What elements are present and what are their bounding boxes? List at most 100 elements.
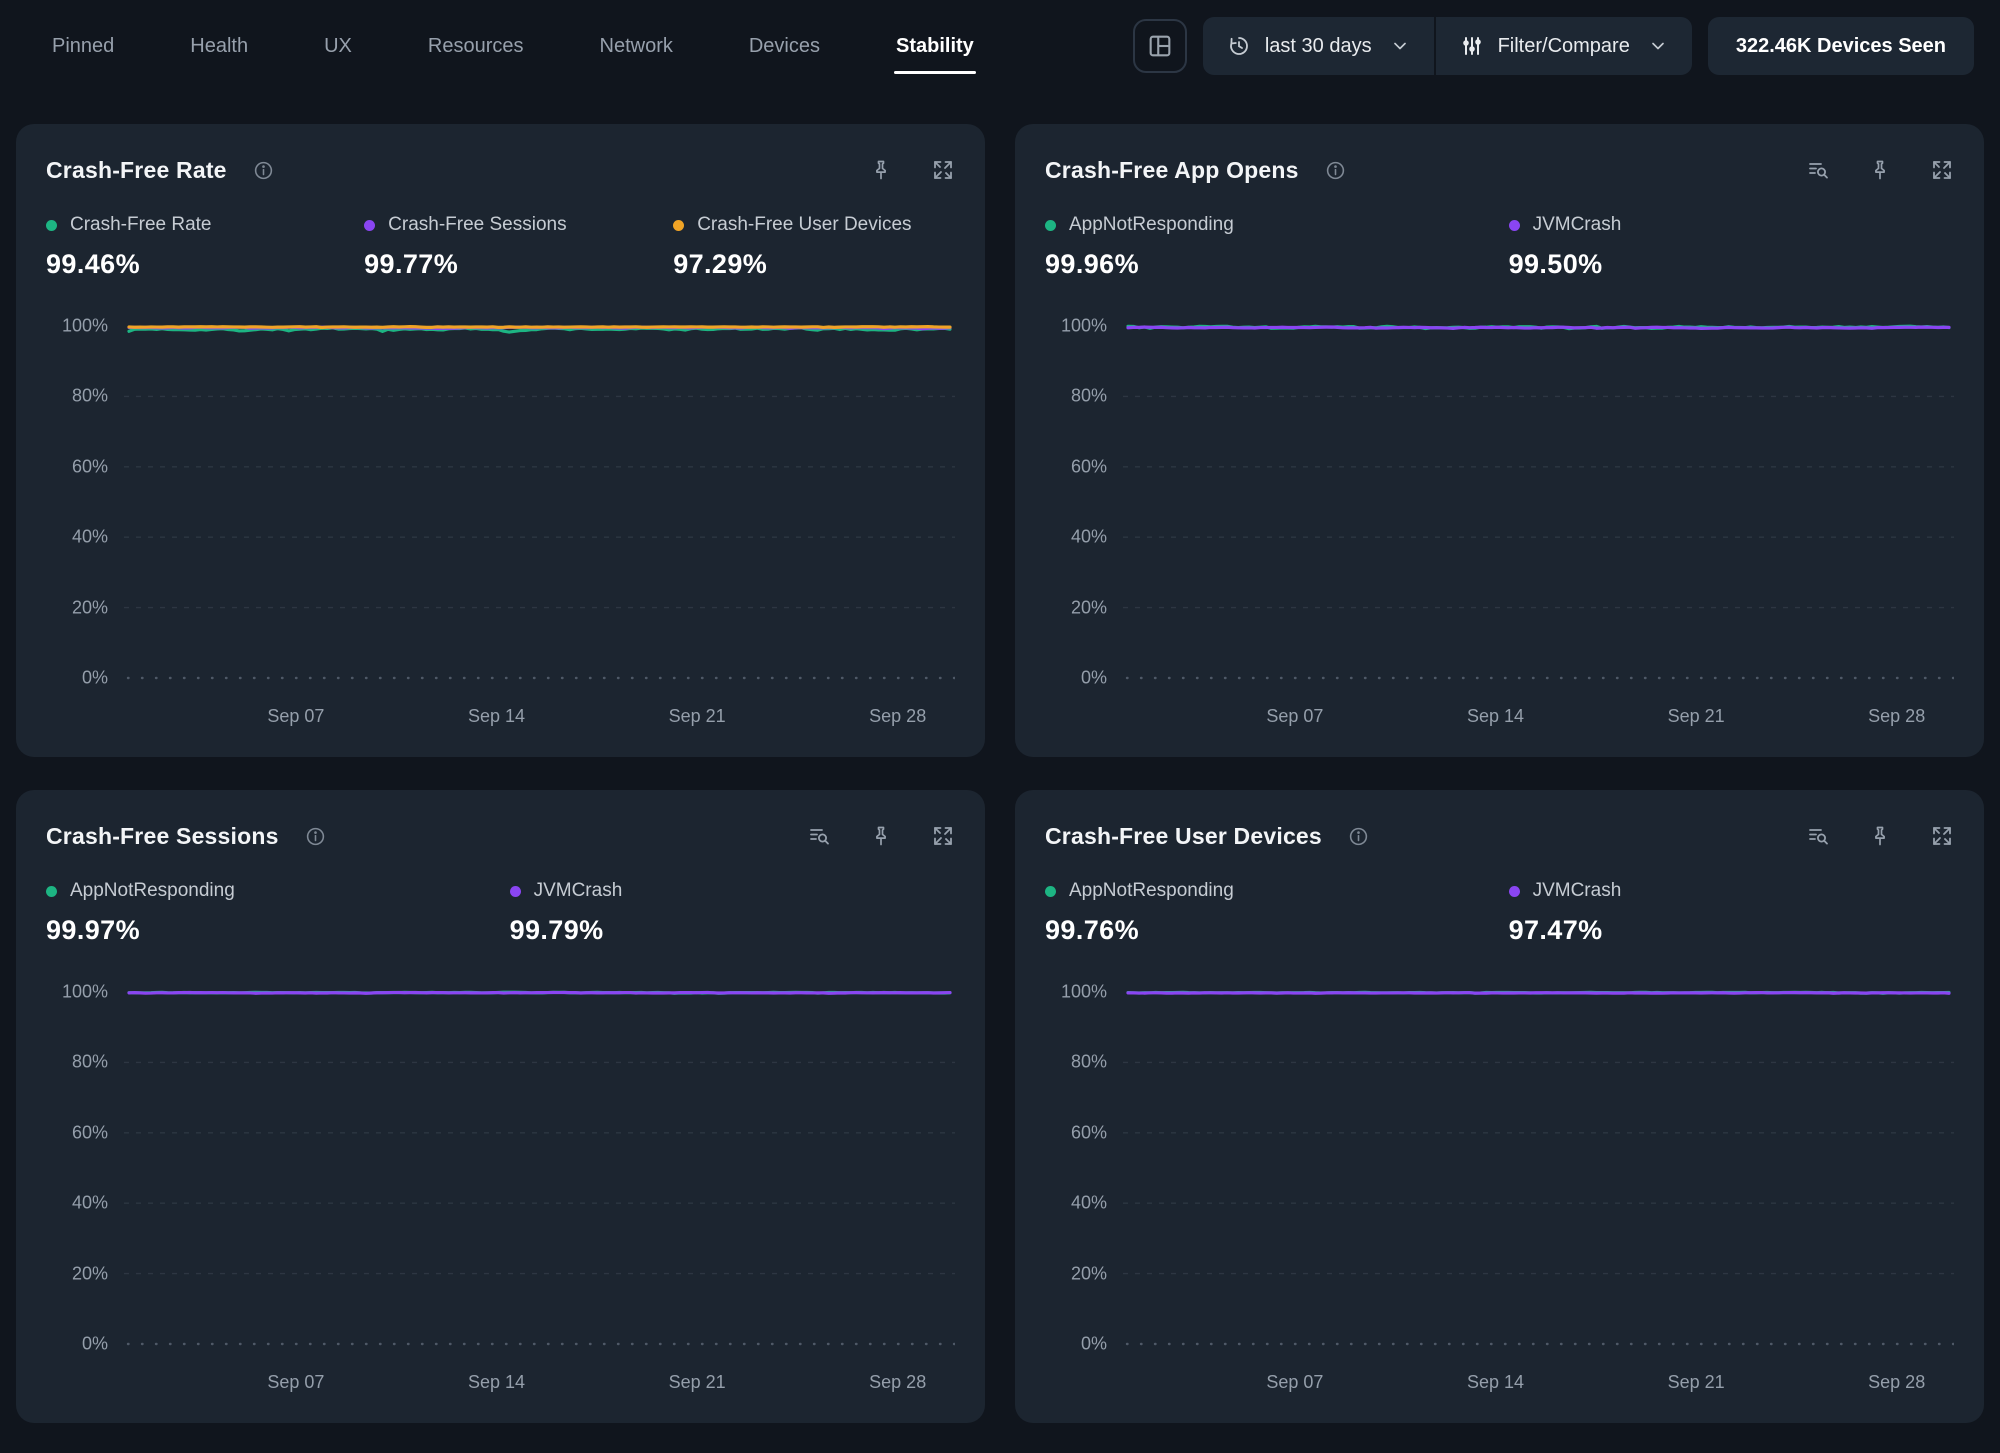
dashboard-grid: Crash-Free RateCrash-Free Rate99.46%Cras… xyxy=(0,92,2000,1453)
card-crash-free-rate: Crash-Free RateCrash-Free Rate99.46%Cras… xyxy=(16,124,985,757)
y-axis-label: 60% xyxy=(1071,456,1107,477)
legend-label: JVMCrash xyxy=(1533,880,1622,902)
line-chart-plot[interactable] xyxy=(124,318,955,690)
tab-label: Resources xyxy=(428,35,524,57)
x-axis-label: Sep 07 xyxy=(267,1372,324,1393)
card-header: Crash-Free Rate xyxy=(46,154,955,186)
legend-item-appnotresponding[interactable]: AppNotResponding99.97% xyxy=(46,880,235,946)
y-axis-label: 40% xyxy=(1071,1193,1107,1214)
y-axis-label: 40% xyxy=(72,527,108,548)
y-axis-label: 60% xyxy=(1071,1122,1107,1143)
tab-health[interactable]: Health xyxy=(190,35,248,58)
legend-value: 99.77% xyxy=(364,249,566,280)
chart-area: 100%80%60%40%20%0% xyxy=(46,318,955,690)
line-chart-plot[interactable] xyxy=(1123,318,1954,690)
y-axis-label: 80% xyxy=(1071,386,1107,407)
legend-value: 99.76% xyxy=(1045,915,1234,946)
expand-icon[interactable] xyxy=(1930,158,1954,182)
x-axis-label: Sep 07 xyxy=(1266,1372,1323,1393)
devices-seen-badge[interactable]: 322.46K Devices Seen xyxy=(1708,17,1974,75)
legend-item-jvmcrash[interactable]: JVMCrash99.50% xyxy=(1509,214,1622,280)
pin-icon[interactable] xyxy=(1868,158,1892,182)
line-chart xyxy=(1123,984,1954,1356)
legend-dot xyxy=(510,886,521,897)
series-line-jvmcrash xyxy=(129,992,950,993)
chart-legend: AppNotResponding99.97% JVMCrash99.79% xyxy=(46,880,955,964)
line-chart-plot[interactable] xyxy=(1123,984,1954,1356)
legend-dot xyxy=(1045,220,1056,231)
chart-area: 100%80%60%40%20%0% xyxy=(1045,984,1954,1356)
legend-item-appnotresponding[interactable]: AppNotResponding 99.76% xyxy=(1045,880,1234,946)
search-list-icon[interactable] xyxy=(807,824,831,848)
card-toolbar xyxy=(1806,824,1954,848)
legend-label: AppNotResponding xyxy=(1069,880,1234,902)
y-axis-label: 80% xyxy=(72,1052,108,1073)
card-title: Crash-Free User Devices xyxy=(1045,823,1322,850)
x-axis: Sep 07Sep 14Sep 21Sep 28 xyxy=(124,1356,955,1398)
legend-dot xyxy=(1509,886,1520,897)
tab-label: Pinned xyxy=(52,35,114,57)
info-icon[interactable] xyxy=(1325,160,1346,181)
active-tab-underline xyxy=(894,71,976,74)
pin-icon[interactable] xyxy=(869,824,893,848)
legend-label: Crash-Free Rate xyxy=(70,214,212,236)
y-axis: 100%80%60%40%20%0% xyxy=(46,318,108,690)
legend-label: JVMCrash xyxy=(1533,214,1622,236)
series-line-jvmcrash xyxy=(1128,327,1949,328)
card-title: Crash-Free Sessions xyxy=(46,823,279,850)
y-axis-label: 60% xyxy=(72,1122,108,1143)
legend-value: 99.79% xyxy=(510,915,623,946)
legend-item-appnotresponding[interactable]: AppNotResponding99.96% xyxy=(1045,214,1234,280)
x-axis-label: Sep 14 xyxy=(1467,706,1524,727)
tab-pinned[interactable]: Pinned xyxy=(52,35,114,58)
search-list-icon[interactable] xyxy=(1806,824,1830,848)
card-toolbar xyxy=(807,824,955,848)
y-axis-label: 60% xyxy=(72,456,108,477)
info-icon[interactable] xyxy=(253,160,274,181)
card-crash-free-user-devices: Crash-Free User Devices AppNotResponding 9… xyxy=(1015,790,1984,1423)
y-axis-label: 100% xyxy=(62,982,108,1003)
legend-item-crash-free-user-devices[interactable]: Crash-Free User Devices97.29% xyxy=(673,214,911,280)
legend-value: 99.46% xyxy=(46,249,212,280)
legend-value: 99.97% xyxy=(46,915,235,946)
search-list-icon[interactable] xyxy=(1806,158,1830,182)
line-chart xyxy=(1123,318,1954,690)
tab-stability[interactable]: Stability xyxy=(896,35,974,58)
line-chart-plot[interactable] xyxy=(124,984,955,1356)
legend-item-crash-free-rate[interactable]: Crash-Free Rate 99.46% xyxy=(46,214,212,280)
tab-label: Health xyxy=(190,35,248,57)
x-axis-label: Sep 14 xyxy=(1467,1372,1524,1393)
info-icon[interactable] xyxy=(305,826,326,847)
tab-network[interactable]: Network xyxy=(600,35,673,58)
expand-icon[interactable] xyxy=(931,824,955,848)
x-axis: Sep 07Sep 14Sep 21Sep 28 xyxy=(1123,1356,1954,1398)
info-icon[interactable] xyxy=(1348,826,1369,847)
expand-icon[interactable] xyxy=(931,158,955,182)
legend-item-jvmcrash[interactable]: JVMCrash97.47% xyxy=(1509,880,1622,946)
pin-icon[interactable] xyxy=(869,158,893,182)
card-toolbar xyxy=(1806,158,1954,182)
y-axis-label: 0% xyxy=(82,1334,108,1355)
series-line-jvmcrash xyxy=(1128,993,1949,994)
tab-devices[interactable]: Devices xyxy=(749,35,820,58)
chart-area: 100%80%60%40%20%0% xyxy=(46,984,955,1356)
x-axis-label: Sep 28 xyxy=(1868,706,1925,727)
y-axis-label: 0% xyxy=(1081,668,1107,689)
chevron-down-icon xyxy=(1390,36,1410,56)
tab-resources[interactable]: Resources xyxy=(428,35,524,58)
legend-dot xyxy=(673,220,684,231)
y-axis-label: 40% xyxy=(1071,527,1107,548)
legend-item-crash-free-sessions[interactable]: Crash-Free Sessions99.77% xyxy=(364,214,566,280)
layout-grid-button[interactable] xyxy=(1133,19,1187,73)
x-axis-label: Sep 21 xyxy=(669,706,726,727)
tab-ux[interactable]: UX xyxy=(324,35,352,58)
legend-value: 99.96% xyxy=(1045,249,1234,280)
filter-compare-dropdown[interactable]: Filter/Compare xyxy=(1436,17,1692,75)
filter-compare-label: Filter/Compare xyxy=(1498,35,1630,58)
expand-icon[interactable] xyxy=(1930,824,1954,848)
legend-item-jvmcrash[interactable]: JVMCrash99.79% xyxy=(510,880,623,946)
pin-icon[interactable] xyxy=(1868,824,1892,848)
time-range-dropdown[interactable]: last 30 days xyxy=(1203,17,1434,75)
nav-tabs: Pinned Health UX Resources Network Devices Sta… xyxy=(52,35,974,58)
legend-dot xyxy=(364,220,375,231)
